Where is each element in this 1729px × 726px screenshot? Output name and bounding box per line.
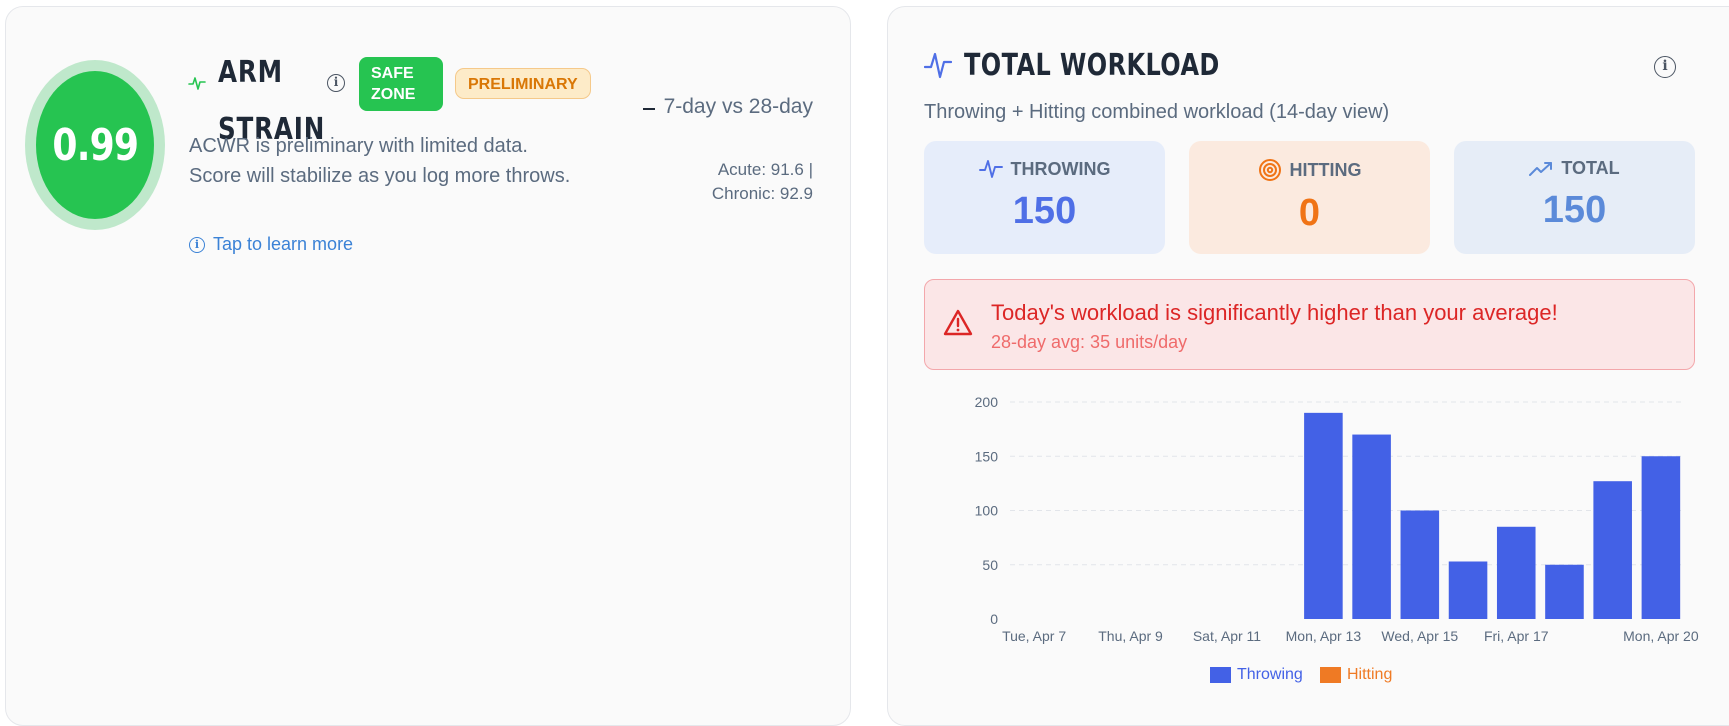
info-icon: i bbox=[189, 236, 205, 253]
total-label: TOTAL bbox=[1561, 158, 1620, 178]
badge-line: SAFE bbox=[371, 65, 414, 82]
legend-throwing[interactable]: Throwing bbox=[1210, 666, 1303, 684]
hitting-stat-card: HITTING 0 bbox=[1189, 141, 1430, 254]
y-tick-label: 150 bbox=[975, 448, 999, 464]
workload-bar-chart: 0 50 100 150 200 Tue, Apr 7 Thu, Apr 9 Sat, Apr… bbox=[975, 394, 1699, 644]
legend-label-throwing: Throwing bbox=[1237, 666, 1303, 683]
arm-strain-score: 0.99 bbox=[52, 119, 139, 171]
bar-throwing[interactable] bbox=[1448, 561, 1488, 619]
arm-strain-score-gauge[interactable]: 0.99 bbox=[25, 60, 165, 230]
preliminary-badge: PRELIMINARY bbox=[455, 68, 591, 99]
x-tick-label: Thu, Apr 9 bbox=[1098, 628, 1163, 644]
pulse-icon bbox=[924, 52, 952, 79]
x-tick-label: Sat, Apr 11 bbox=[1193, 628, 1261, 644]
pulse-icon bbox=[978, 160, 1003, 178]
x-tick-label: Wed, Apr 15 bbox=[1381, 628, 1458, 644]
acute-chronic-values: Acute: 91.6 | Chronic: 92.9 bbox=[660, 158, 813, 206]
safe-zone-badge: SAFE ZONE bbox=[359, 57, 443, 111]
y-tick-label: 200 bbox=[975, 394, 999, 410]
y-tick-label: 50 bbox=[982, 557, 998, 573]
y-tick-label: 100 bbox=[975, 503, 999, 519]
acute-value: Acute: 91.6 | bbox=[717, 160, 813, 179]
x-tick-label: Mon, Apr 13 bbox=[1286, 628, 1362, 644]
acwr-description: ACWR is preliminary with limited data. S… bbox=[189, 135, 571, 187]
bar-throwing[interactable] bbox=[1641, 456, 1681, 619]
throwing-label: THROWING bbox=[1010, 158, 1111, 179]
divider-dash bbox=[643, 108, 655, 110]
hitting-label: HITTING bbox=[1289, 159, 1362, 180]
total-stat-card: TOTAL 150 bbox=[1454, 141, 1695, 254]
score-circle: 0.99 bbox=[36, 71, 154, 219]
info-icon[interactable]: i bbox=[327, 74, 345, 92]
legend-label-hitting: Hitting bbox=[1347, 666, 1393, 683]
legend-hitting[interactable]: Hitting bbox=[1320, 666, 1392, 684]
workload-subtitle: Throwing + Hitting combined workload (14… bbox=[924, 101, 1390, 123]
hitting-value: 0 bbox=[1298, 192, 1321, 234]
alert-title: Today's workload is significantly higher… bbox=[991, 300, 1558, 325]
bar-throwing[interactable] bbox=[1593, 481, 1632, 619]
x-tick-label: Mon, Apr 20 bbox=[1623, 628, 1699, 644]
bar-throwing[interactable] bbox=[1400, 510, 1440, 620]
learn-more-label: Tap to learn more bbox=[213, 234, 354, 254]
pulse-icon bbox=[188, 77, 206, 90]
info-icon[interactable]: i bbox=[1654, 56, 1676, 78]
alert-subtitle: 28-day avg: 35 units/day bbox=[991, 332, 1188, 352]
total-workload-title: TOTAL WORKLOAD bbox=[964, 48, 1220, 83]
title-line: ARM bbox=[218, 55, 283, 90]
bar-throwing[interactable] bbox=[1496, 526, 1536, 619]
y-tick-label: 0 bbox=[990, 611, 998, 627]
throwing-value: 150 bbox=[1012, 190, 1077, 232]
comparison-label: 7-day vs 28-day bbox=[663, 95, 813, 118]
bar-throwing[interactable] bbox=[1352, 434, 1391, 619]
x-tick-label: Fri, Apr 17 bbox=[1484, 628, 1549, 644]
warning-triangle-icon bbox=[943, 309, 973, 336]
trend-up-icon bbox=[1529, 161, 1553, 176]
workload-alert: Today's workload is significantly higher… bbox=[924, 279, 1695, 370]
legend-swatch-throwing bbox=[1210, 667, 1231, 683]
x-tick-label: Tue, Apr 7 bbox=[1002, 628, 1066, 644]
chronic-value: Chronic: 92.9 bbox=[711, 184, 813, 203]
badge-line: ZONE bbox=[371, 86, 416, 103]
bar-throwing[interactable] bbox=[1304, 412, 1343, 619]
target-icon bbox=[1258, 159, 1281, 181]
total-value: 150 bbox=[1542, 189, 1607, 231]
learn-more-link[interactable]: i Tap to learn more bbox=[189, 234, 353, 255]
legend-swatch-hitting bbox=[1320, 667, 1341, 683]
bar-throwing[interactable] bbox=[1545, 564, 1584, 619]
throwing-stat-card: THROWING 150 bbox=[924, 141, 1165, 254]
